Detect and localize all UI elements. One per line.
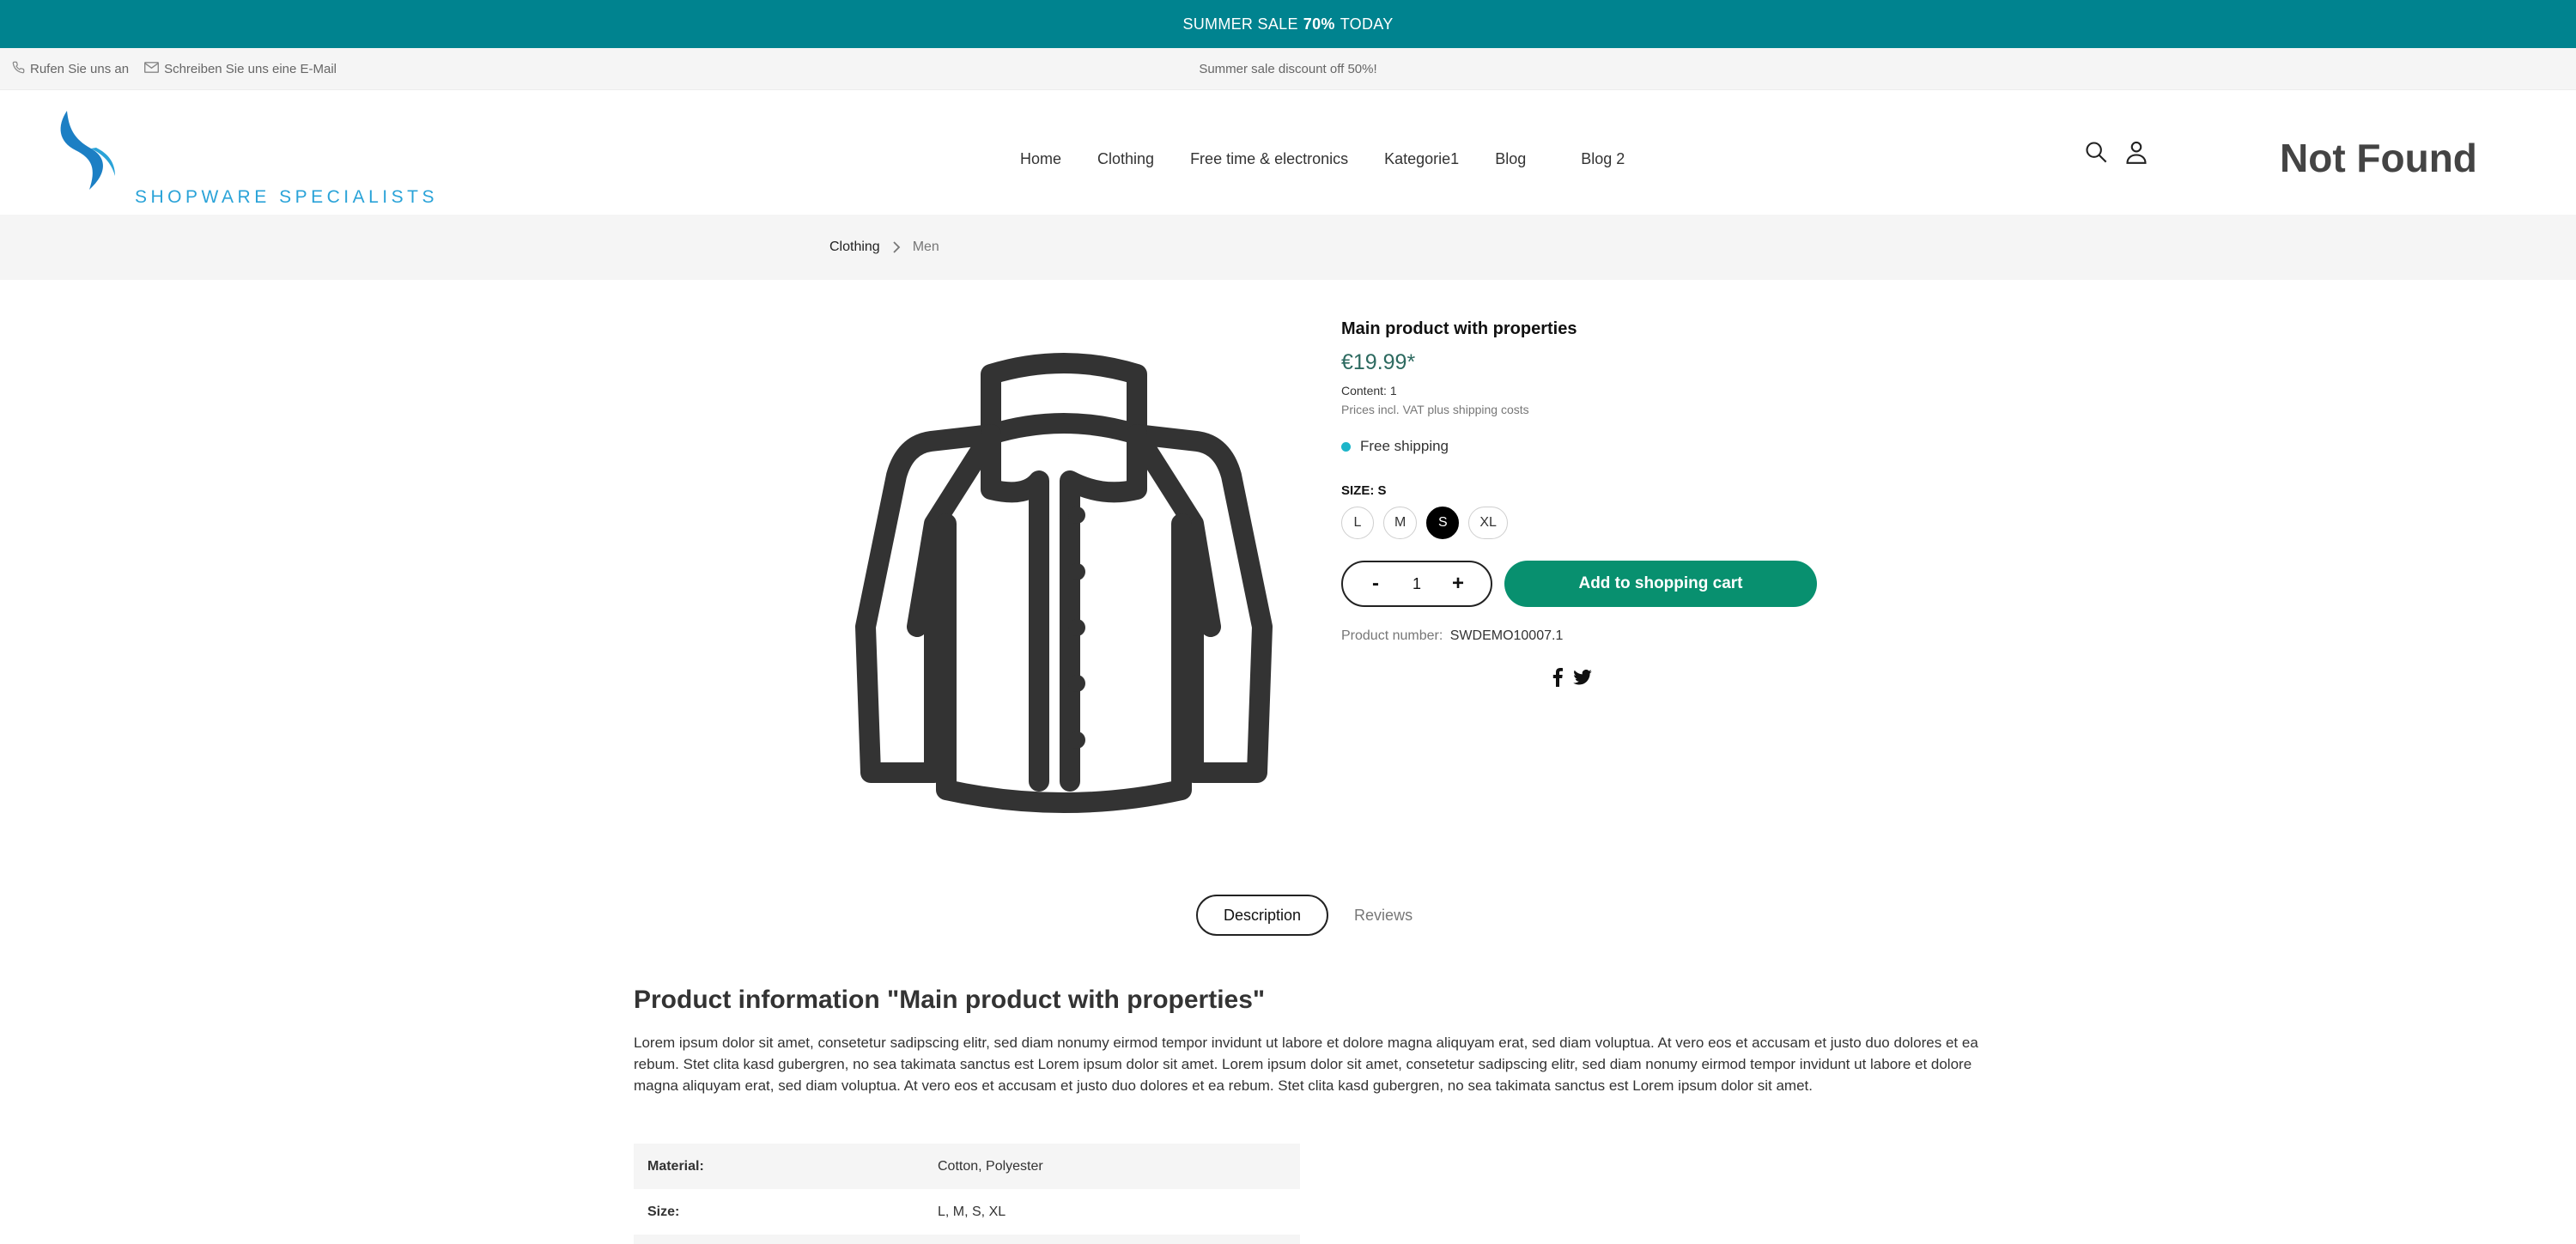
product-image[interactable] (854, 352, 1274, 820)
add-to-cart-button[interactable]: Add to shopping cart (1504, 561, 1817, 607)
contact-links: Rufen Sie uns an Schreiben Sie uns eine … (12, 48, 337, 90)
promo-suffix: TODAY (1340, 15, 1394, 33)
promo-highlight: 70% (1303, 15, 1335, 33)
main-header: SHOPWARE SPECIALISTS Home Clothing Free … (0, 90, 2576, 215)
search-icon (2086, 142, 2107, 163)
tab-description[interactable]: Description (1196, 895, 1329, 936)
logo-mark (60, 111, 115, 190)
email-link[interactable]: Schreiben Sie uns eine E-Mail (144, 62, 337, 76)
size-option-m[interactable]: M (1383, 507, 1418, 539)
product-tabs: Description Reviews (1196, 895, 1413, 936)
logo-text: SHOPWARE SPECIALISTS (135, 187, 438, 207)
size-option-l[interactable]: L (1341, 507, 1374, 539)
tab-reviews[interactable]: Reviews (1354, 895, 1413, 936)
size-options: L M S XL (1341, 507, 1822, 539)
table-row (634, 1235, 1300, 1244)
product-number-label: Product number: (1341, 628, 1443, 643)
mail-icon (144, 62, 160, 76)
logo[interactable]: SHOPWARE SPECIALISTS (55, 107, 434, 207)
breadcrumb-men[interactable]: Men (913, 240, 939, 255)
nav-item-clothing[interactable]: Clothing (1097, 150, 1154, 168)
product-title: Main product with properties (1341, 319, 1577, 338)
facebook-icon[interactable] (1552, 668, 1563, 691)
top-bar: Rufen Sie uns an Schreiben Sie uns eine … (0, 48, 2576, 90)
twitter-icon[interactable] (1573, 669, 1592, 689)
not-found-text: Not Found (2280, 136, 2477, 180)
nav-item-free-time-electronics[interactable]: Free time & electronics (1190, 150, 1348, 168)
description-heading: Product information "Main product with p… (634, 986, 1266, 1014)
product-description: Product information "Main product with p… (634, 986, 2008, 1096)
shipping-status-dot (1341, 441, 1351, 452)
breadcrumb: Clothing Men (829, 215, 939, 280)
table-row: Material: Cotton, Polyester (634, 1144, 1300, 1189)
nav-item-blog[interactable]: Blog (1495, 150, 1526, 168)
product-number-value: SWDEMO10007.1 (1449, 628, 1564, 643)
jacket-image (855, 353, 1273, 813)
size-option-s[interactable]: S (1426, 507, 1460, 539)
property-value: L, M, S, XL (938, 1204, 1006, 1219)
quantity-stepper: - 1 + (1341, 561, 1492, 607)
property-key: Size: (647, 1204, 680, 1219)
description-text: Lorem ipsum dolor sit amet, consetetur s… (634, 1035, 1978, 1094)
size-label: SIZE: S (1341, 483, 1387, 498)
shipping-label: Free shipping (1360, 438, 1449, 454)
nav-item-kategorie1[interactable]: Kategorie1 (1384, 150, 1459, 168)
quantity-minus-button[interactable]: - (1367, 572, 1384, 596)
property-value: Cotton, Polyester (938, 1158, 1043, 1174)
buy-row: - 1 + Add to shopping cart (1341, 561, 1822, 607)
size-option-xl[interactable]: XL (1468, 507, 1508, 539)
phone-label: Rufen Sie uns an (30, 62, 130, 76)
quantity-value[interactable]: 1 (1413, 575, 1421, 593)
user-icon (2126, 141, 2147, 164)
sale-note: Summer sale discount off 50%! (1199, 62, 1377, 76)
phone-icon (12, 61, 25, 77)
phone-link[interactable]: Rufen Sie uns an (12, 61, 129, 77)
promo-bar: SUMMER SALE 70% TODAY (0, 0, 2576, 48)
shipping-info: Free shipping (1341, 438, 1822, 455)
breadcrumb-bar: Clothing Men (0, 215, 2576, 280)
product-content: Content: 1 (1341, 384, 1397, 397)
product-number: Product number: SWDEMO10007.1 (1341, 628, 1822, 644)
vat-note: Prices incl. VAT plus shipping costs (1341, 403, 1529, 416)
main-nav: Home Clothing Free time & electronics Ka… (1020, 150, 1625, 168)
buy-box: Main product with properties €19.99* Con… (1341, 319, 1822, 691)
properties-table: Material: Cotton, Polyester Size: L, M, … (634, 1144, 1300, 1244)
topbar-note-wrap: Summer sale discount off 50%! (0, 48, 2576, 90)
nav-item-blog-2[interactable]: Blog 2 (1581, 150, 1625, 168)
promo-prefix: SUMMER SALE (1182, 15, 1298, 33)
product-price: €19.99* (1341, 350, 1416, 374)
account-button[interactable] (2122, 137, 2151, 167)
share-links (1552, 668, 1822, 691)
email-label: Schreiben Sie uns eine E-Mail (164, 62, 337, 76)
search-button[interactable] (2081, 137, 2111, 167)
nav-item-home[interactable]: Home (1020, 150, 1061, 168)
property-key: Material: (647, 1158, 704, 1174)
table-row: Size: L, M, S, XL (634, 1189, 1300, 1235)
quantity-plus-button[interactable]: + (1449, 572, 1467, 596)
chevron-right-icon (892, 241, 901, 253)
breadcrumb-clothing[interactable]: Clothing (829, 240, 880, 255)
